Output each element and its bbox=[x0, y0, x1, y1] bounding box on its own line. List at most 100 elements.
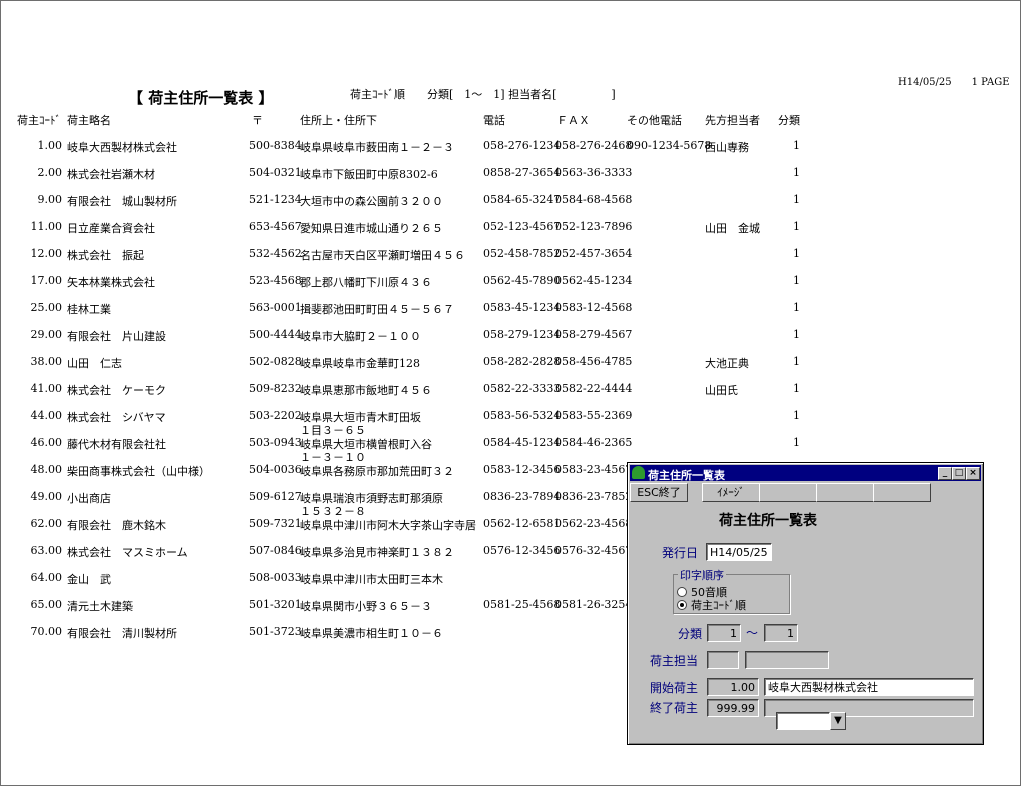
owner-rep-code-field[interactable] bbox=[707, 651, 739, 669]
fax-cell: 058-279-4567 bbox=[555, 328, 633, 341]
phone-cell: 0562-12-6581 bbox=[483, 517, 561, 530]
address-cell: 岐阜県各務原市那加荒田町３２ bbox=[300, 465, 454, 478]
phone-cell: 058-279-1234 bbox=[483, 328, 561, 341]
classification-cell: 1 bbox=[793, 193, 800, 206]
phone-cell: 052-123-4567 bbox=[483, 220, 561, 233]
table-row: 2.00 株式会社岩瀬木材 504-0321 岐阜市下飯田町中原8302-6 0858-… bbox=[0, 166, 820, 193]
start-owner-name-field[interactable]: 岐阜大西製材株式会社 bbox=[764, 678, 974, 696]
phone-cell: 052-458-7852 bbox=[483, 247, 561, 260]
classification-cell: 1 bbox=[793, 139, 800, 152]
report-date-page: H14/05/25 1 PAGE bbox=[898, 77, 1010, 88]
issue-date-field[interactable]: H14/05/25 bbox=[706, 543, 772, 561]
postal-code-cell: 509-7321 bbox=[249, 517, 302, 530]
owner-code-cell: 2.00 bbox=[37, 166, 63, 179]
owner-name-cell: 柴田商事株式会社（山中様） bbox=[67, 465, 210, 478]
phone-cell: 0582-22-3333 bbox=[483, 382, 561, 395]
report-subheader: 荷主ｺｰﾄﾞ順 分類[ 1～ 1] 担当者名[ ] bbox=[350, 88, 616, 101]
owner-code-cell: 17.00 bbox=[30, 274, 63, 287]
postal-code-cell: 502-0828 bbox=[249, 355, 302, 368]
owner-code-cell: 41.00 bbox=[30, 382, 63, 395]
end-owner-code-field[interactable]: 999.99 bbox=[707, 699, 759, 717]
image-preview-button[interactable]: ｲﾒｰｼﾞ bbox=[702, 483, 760, 502]
postal-code-cell: 501-3723 bbox=[249, 625, 302, 638]
owner-name-cell: 清元土木建築 bbox=[67, 600, 133, 613]
table-row: 12.00 株式会社 振起 532-4562 名古屋市天白区平瀬町増田４５６ 052-4… bbox=[0, 247, 820, 274]
toolbar-button-4[interactable] bbox=[816, 483, 874, 502]
owner-rep-name-field[interactable] bbox=[745, 651, 829, 669]
print-dialog-window: 荷主住所一覧表 _ □ × ESC終了 ｲﾒｰｼﾞ 荷主住所一覧表 発行日 H1… bbox=[627, 462, 984, 745]
postal-code-cell: 500-8384 bbox=[249, 139, 302, 152]
postal-code-cell: 504-0036 bbox=[249, 463, 302, 476]
address-cell: 岐阜県中津川市太田町三本木 bbox=[300, 573, 443, 586]
start-owner-code-field[interactable]: 1.00 bbox=[707, 678, 759, 696]
classification-cell: 1 bbox=[793, 301, 800, 314]
class-from-field[interactable]: 1 bbox=[707, 624, 741, 642]
phone-cell: 0583-56-5324 bbox=[483, 409, 561, 422]
fax-cell: 0563-36-3333 bbox=[555, 166, 633, 179]
address-cell: 郡上郡八幡町下川原４３６ bbox=[300, 276, 432, 289]
postal-code-cell: 521-1234 bbox=[249, 193, 302, 206]
fax-cell: 052-123-7896 bbox=[555, 220, 633, 233]
classification-cell: 1 bbox=[793, 166, 800, 179]
combo-field[interactable] bbox=[776, 712, 830, 730]
table-row: 25.00 桂林工業 563-0001 揖斐郡池田町町田４５－５６７ 0583-45-1… bbox=[0, 301, 820, 328]
fax-cell: 0582-22-4444 bbox=[555, 382, 633, 395]
classification-cell: 1 bbox=[793, 436, 800, 449]
class-to-field[interactable]: 1 bbox=[764, 624, 798, 642]
phone-cell: 0583-45-1234 bbox=[483, 301, 561, 314]
classification-cell: 1 bbox=[793, 409, 800, 422]
col-header-zip: 〒 bbox=[252, 114, 263, 127]
class-tilde: ～ bbox=[746, 626, 759, 640]
contact-person-cell: 山田氏 bbox=[705, 384, 738, 397]
col-header-rep: 先方担当者 bbox=[705, 114, 760, 127]
start-owner-label: 開始荷主 bbox=[650, 681, 699, 695]
owner-name-cell: 株式会社 ケーモク bbox=[67, 384, 166, 397]
esc-exit-button[interactable]: ESC終了 bbox=[630, 483, 688, 502]
address-cell: 名古屋市天白区平瀬町増田４５６ bbox=[300, 249, 465, 262]
owner-rep-label: 荷主担当 bbox=[650, 654, 699, 668]
radio-code-order[interactable]: 荷主ｺｰﾄﾞ順 bbox=[677, 597, 746, 613]
issue-date-label: 発行日 bbox=[662, 546, 699, 560]
address-cell: 岐阜県恵那市飯地町４５６ bbox=[300, 384, 432, 397]
owner-name-cell: 小出商店 bbox=[67, 492, 111, 505]
close-button[interactable]: × bbox=[966, 467, 980, 480]
owner-code-cell: 70.00 bbox=[30, 625, 63, 638]
class-label: 分類 bbox=[678, 627, 703, 641]
owner-name-cell: 株式会社 マスミホーム bbox=[67, 546, 188, 559]
table-row: 44.00 株式会社 シバヤマ 503-2202 岐阜県大垣市青木町田坂 １目３－６５ 0… bbox=[0, 409, 820, 437]
end-owner-label: 終了荷主 bbox=[650, 701, 699, 715]
owner-code-cell: 38.00 bbox=[30, 355, 63, 368]
address-cell: 岐阜県美濃市相生町１０－６ bbox=[300, 627, 443, 640]
col-header-code: 荷主ｺｰﾄﾞ bbox=[17, 114, 61, 127]
toolbar-button-3[interactable] bbox=[759, 483, 817, 502]
phone-cell: 0562-45-7890 bbox=[483, 274, 561, 287]
chevron-down-icon[interactable]: ▼ bbox=[830, 712, 846, 730]
classification-cell: 1 bbox=[793, 355, 800, 368]
address-cell: 愛知県日進市城山通り２６５ bbox=[300, 222, 443, 235]
fax-cell: 0584-68-4568 bbox=[555, 193, 633, 206]
classification-cell: 1 bbox=[793, 274, 800, 287]
dialog-titlebar[interactable]: 荷主住所一覧表 _ □ × bbox=[630, 465, 981, 482]
owner-name-cell: 山田 仁志 bbox=[67, 357, 122, 370]
owner-code-cell: 44.00 bbox=[30, 409, 63, 422]
classification-cell: 1 bbox=[793, 220, 800, 233]
phone-cell: 0583-12-3456 bbox=[483, 463, 561, 476]
phone-cell: 0584-65-3247 bbox=[483, 193, 561, 206]
minimize-button[interactable]: _ bbox=[938, 467, 952, 480]
postal-code-cell: 508-0033 bbox=[249, 571, 302, 584]
col-header-other-tel: その他電話 bbox=[627, 114, 682, 127]
phone-cell: 0581-25-4568 bbox=[483, 598, 561, 611]
fax-cell: 0562-23-4568 bbox=[555, 517, 633, 530]
owner-code-cell: 12.00 bbox=[30, 247, 63, 260]
owner-code-cell: 11.00 bbox=[30, 220, 63, 233]
maximize-button[interactable]: □ bbox=[952, 467, 966, 480]
address-cell: 岐阜市大脇町２－１００ bbox=[300, 330, 421, 343]
phone-cell: 0858-27-3654 bbox=[483, 166, 561, 179]
fax-cell: 0836-23-7852 bbox=[555, 490, 633, 503]
col-header-tel: 電話 bbox=[483, 114, 505, 127]
classification-cell: 1 bbox=[793, 382, 800, 395]
table-row: 9.00 有限会社 城山製材所 521-1234 大垣市中の森公園前３２００ 0584-… bbox=[0, 193, 820, 220]
toolbar-button-5[interactable] bbox=[873, 483, 931, 502]
postal-code-cell: 507-0846 bbox=[249, 544, 302, 557]
table-row: 1.00 岐阜大西製材株式会社 500-8384 岐阜県岐阜市薮田南１－２－３ 058-… bbox=[0, 139, 820, 166]
